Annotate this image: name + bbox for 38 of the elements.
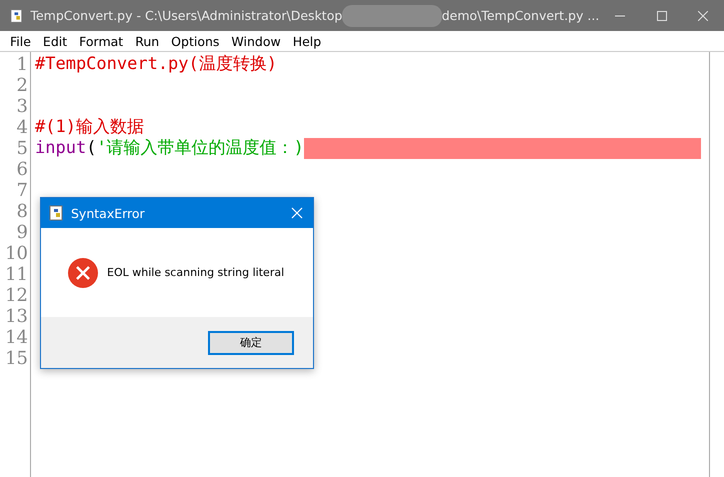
python-file-icon — [49, 205, 65, 221]
line-number: 1 — [16, 54, 28, 75]
line-number: 14 — [5, 327, 28, 348]
code-text: '请输入带单位的温度值：) — [96, 138, 304, 159]
menu-item[interactable]: File — [10, 34, 31, 48]
line-number: 9 — [16, 222, 28, 243]
menu-item[interactable]: Edit — [42, 34, 68, 48]
line-number: 3 — [16, 96, 28, 117]
menu-item[interactable]: Window — [231, 34, 281, 48]
line-number: 5 — [16, 138, 28, 159]
error-icon — [67, 256, 99, 288]
window-title: demo\TempConvert.py ... — [442, 8, 600, 23]
line-number: 13 — [5, 306, 28, 327]
menu-item[interactable]: Options — [171, 34, 220, 48]
close-icon — [698, 10, 708, 20]
line-number: 12 — [5, 285, 28, 306]
menu-item[interactable]: Run — [135, 34, 160, 48]
line-number: 11 — [5, 264, 28, 285]
maximize-icon — [656, 10, 667, 20]
code-text: #TempConvert.py(温度转换) — [35, 54, 277, 75]
line-number: 7 — [16, 180, 28, 201]
menu-item[interactable]: Help — [292, 34, 322, 48]
code-text: #(1)输入数据 — [35, 117, 144, 138]
ok-button[interactable]: 确定 — [208, 330, 294, 354]
line-number: 15 — [5, 348, 28, 369]
code-text: ( — [86, 138, 96, 159]
line-number: 10 — [5, 243, 28, 264]
error-message: EOL while scanning string literal — [107, 266, 284, 279]
line-number: 4 — [16, 117, 28, 138]
line-number: 8 — [16, 201, 28, 222]
line-number: 2 — [16, 75, 28, 96]
code-text: input — [35, 138, 86, 159]
close-icon[interactable] — [291, 207, 303, 219]
dialog-title: SyntaxError — [71, 206, 145, 220]
python-file-icon — [10, 8, 24, 24]
window-title: TempConvert.py - C:\Users\Administrator\Desktop — [30, 8, 342, 23]
menu-item[interactable]: Format — [79, 34, 124, 48]
line-number: 6 — [16, 159, 28, 180]
